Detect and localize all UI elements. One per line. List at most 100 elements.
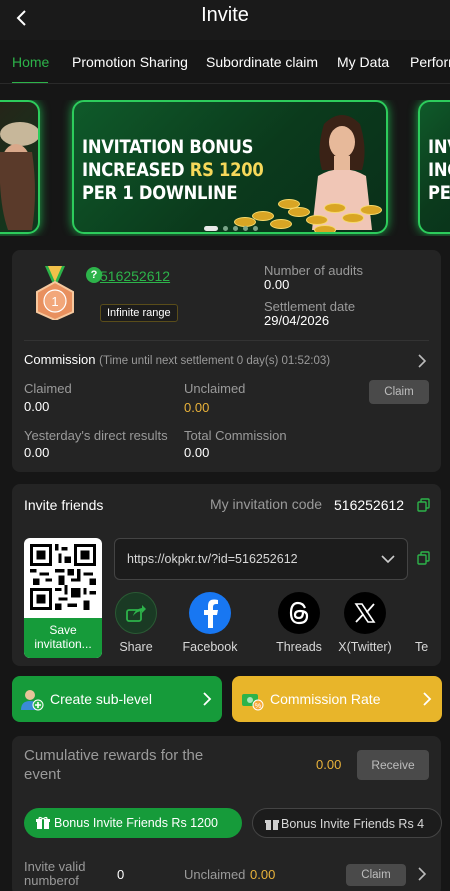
invite-valid-label: Invite valid numberof: [24, 859, 86, 888]
copy-code-icon[interactable]: [417, 498, 430, 512]
claimed-label: Claimed: [24, 381, 72, 396]
claimed-value: 0.00: [24, 399, 50, 414]
active-tab-indicator: [12, 82, 48, 83]
save-invitation-button[interactable]: Save invitation...: [24, 618, 102, 658]
carousel-dot[interactable]: [243, 226, 248, 231]
invitation-code: 516252612: [334, 497, 405, 513]
banner-next[interactable]: INV INC PER: [418, 100, 450, 234]
x-twitter-share-button[interactable]: X(Twitter): [335, 592, 395, 654]
share-button[interactable]: Share: [106, 592, 166, 654]
threads-icon: [278, 592, 320, 634]
total-commission-value: 0.00: [184, 445, 210, 460]
banner-next-headline: INV INC PER: [428, 136, 450, 205]
invite-friends-title: Invite friends: [24, 497, 104, 513]
banner-prev[interactable]: [0, 100, 40, 234]
invite-url-text: https://okpkr.tv/?id=516252612: [127, 552, 298, 566]
invite-valid-value: 0: [117, 867, 125, 882]
commission-rate-button[interactable]: % Commission Rate: [232, 676, 442, 722]
commission-rate-label: Commission Rate: [270, 691, 381, 707]
user-id-link[interactable]: 516252612: [100, 268, 170, 284]
banner-next-line-1: INV: [428, 136, 450, 158]
chevron-right-icon[interactable]: [417, 353, 427, 369]
bonus-tab-1200[interactable]: Bonus Invite Friends Rs 1200: [24, 808, 242, 838]
threads-label: Threads: [276, 640, 322, 654]
invitation-code-label: My invitation code: [210, 496, 323, 512]
claim-commission-button[interactable]: Claim: [369, 380, 429, 404]
event-unclaimed-value: 0.00: [250, 867, 276, 882]
unclaimed-value: 0.00: [184, 400, 210, 415]
tab-home[interactable]: Home: [12, 54, 49, 70]
money-icon: %: [242, 694, 264, 711]
commission-title: Commission: [24, 352, 96, 367]
audits-label: Number of audits: [264, 263, 363, 278]
banner-headline: INVITATION BONUS INCREASED RS 1200 PER 1…: [82, 136, 264, 205]
chevron-right-icon[interactable]: [417, 866, 427, 882]
create-sub-level-label: Create sub-level: [50, 691, 152, 707]
bonus-tab-1200-label: Bonus Invite Friends Rs 1200: [54, 816, 218, 830]
carousel-indicator: [204, 226, 258, 231]
yesterday-results-value: 0.00: [24, 445, 50, 460]
event-claim-button[interactable]: Claim: [346, 864, 406, 886]
tab-promotion-sharing[interactable]: Promotion Sharing: [72, 54, 188, 70]
banner-line-2: INCREASED RS 1200: [82, 159, 264, 182]
yesterday-results-label: Yesterday's direct results: [24, 428, 168, 443]
facebook-label: Facebook: [182, 640, 238, 654]
total-commission-label: Total Commission: [184, 428, 287, 443]
invite-friends-card: Invite friends My invitation code 516252…: [12, 484, 441, 666]
tab-my-data[interactable]: My Data: [337, 54, 389, 70]
bonus-tab-4-label: Bonus Invite Friends Rs 4: [281, 817, 425, 831]
share-icon: [115, 592, 157, 634]
top-bar: Invite: [0, 0, 450, 40]
x-twitter-label: X(Twitter): [338, 640, 392, 654]
range-badge: Infinite range: [100, 304, 178, 322]
divider: [24, 340, 429, 341]
receive-button[interactable]: Receive: [357, 750, 429, 780]
telegram-icon: [415, 592, 441, 634]
banner-next-line-3: PER: [428, 182, 450, 204]
banner-carousel[interactable]: INVITATION BONUS INCREASED RS 1200 PER 1…: [0, 100, 450, 236]
gift-icon: [265, 820, 279, 830]
banner-next-line-2: INC: [428, 159, 450, 181]
threads-share-button[interactable]: Threads: [269, 592, 329, 654]
tab-subordinate-claim[interactable]: Subordinate claim: [206, 54, 318, 70]
svg-text:%: %: [255, 703, 261, 710]
banner-invitation-bonus[interactable]: INVITATION BONUS INCREASED RS 1200 PER 1…: [72, 100, 388, 234]
chevron-right-icon: [203, 692, 212, 706]
tab-performance[interactable]: Performance: [410, 54, 450, 70]
carousel-dot[interactable]: [233, 226, 238, 231]
share-label: Share: [119, 640, 153, 654]
commission-header[interactable]: Commission (Time until next settlement 0…: [24, 352, 330, 367]
tab-bar: Home Promotion Sharing Subordinate claim…: [0, 42, 450, 84]
settlement-countdown: (Time until next settlement 0 day(s) 01:…: [99, 355, 331, 367]
event-rewards-value: 0.00: [316, 757, 342, 772]
person-illustration: [0, 122, 38, 230]
banner-line-1: INVITATION BONUS: [82, 136, 254, 158]
facebook-icon: [189, 592, 231, 634]
telegram-label: Te: [415, 640, 429, 654]
carousel-dot[interactable]: [253, 226, 258, 231]
carousel-dot[interactable]: [223, 226, 228, 231]
settlement-date-value: 29/04/2026: [264, 313, 330, 328]
banner-line-2-prefix: INCREASED: [82, 159, 190, 181]
qr-code-image: [30, 544, 96, 610]
telegram-share-button[interactable]: Te: [415, 592, 441, 654]
copy-url-icon[interactable]: [417, 551, 430, 565]
qr-code-card[interactable]: Save invitation...: [24, 538, 102, 658]
event-rewards-title: Cumulative rewards for the event: [24, 747, 204, 783]
carousel-dot-active[interactable]: [204, 226, 218, 231]
unclaimed-label: Unclaimed: [184, 381, 246, 396]
facebook-share-button[interactable]: Facebook: [180, 592, 240, 654]
banner-bonus-amount: RS 1200: [189, 159, 264, 181]
invite-url-select[interactable]: https://okpkr.tv/?id=516252612: [114, 538, 408, 580]
agent-summary-card: 1 ? 516252612 Infinite range Number of a…: [12, 250, 441, 472]
event-rewards-card: Cumulative rewards for the event 0.00 Re…: [12, 736, 442, 891]
create-sub-level-button[interactable]: Create sub-level: [12, 676, 222, 722]
audits-value: 0.00: [264, 277, 290, 292]
chevron-right-icon: [423, 692, 432, 706]
bonus-tab-4[interactable]: Bonus Invite Friends Rs 4: [252, 808, 442, 838]
svg-text:1: 1: [51, 294, 58, 309]
level-medal-icon: 1: [36, 266, 74, 320]
add-user-icon: [21, 690, 44, 711]
x-twitter-icon: [344, 592, 386, 634]
chevron-down-icon: [381, 555, 395, 564]
